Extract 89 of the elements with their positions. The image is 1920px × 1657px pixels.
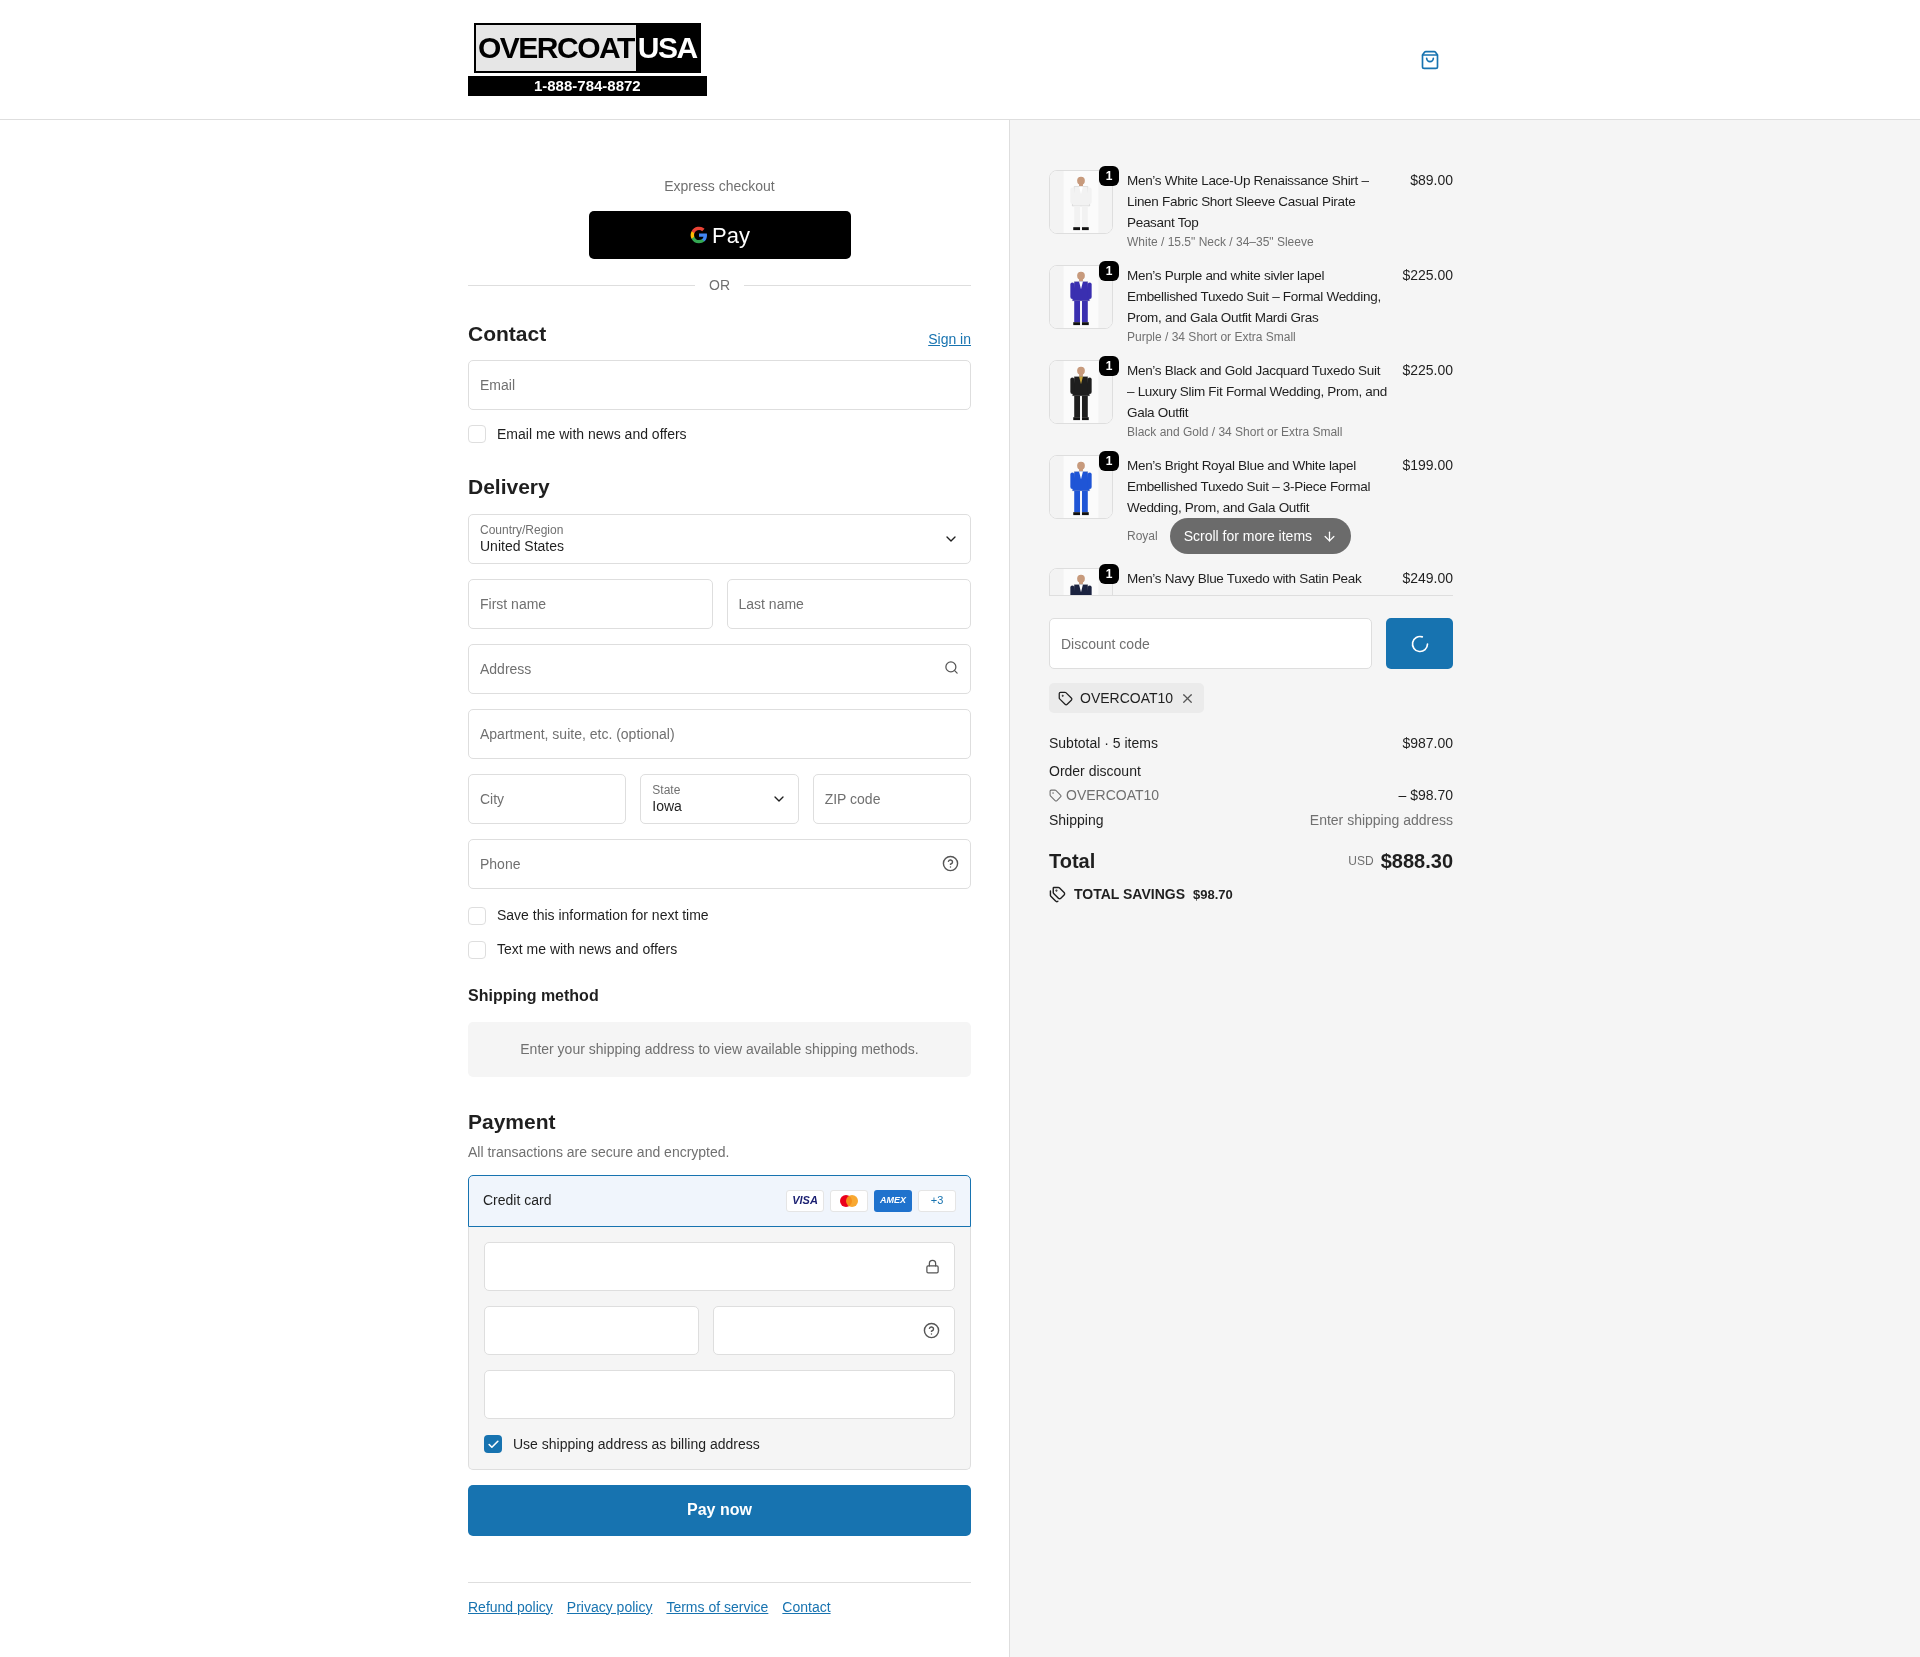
product-price: $249.00 (1402, 569, 1453, 588)
help-icon[interactable] (923, 1321, 940, 1339)
discount-code-field[interactable]: Discount code (1049, 618, 1372, 669)
product-price: $225.00 (1402, 361, 1453, 380)
shipping-method-heading: Shipping method (468, 986, 600, 1006)
product-variant: Black and Gold / 34 Short or Extra Small (1127, 424, 1343, 441)
visa-logo: VISA (786, 1189, 824, 1212)
discount-tag: OVERCOAT10 (1049, 683, 1205, 713)
express-checkout-label: Express checkout (663, 177, 776, 196)
product-price: $225.00 (1402, 266, 1453, 285)
total-savings-value: $98.70 (1193, 885, 1233, 904)
card-number-field[interactable] (484, 1241, 955, 1291)
total-label: Total (1049, 849, 1096, 874)
subtotal-value: $987.00 (1402, 734, 1453, 753)
security-code-field[interactable] (712, 1305, 955, 1355)
card-logo-icon (830, 1189, 868, 1212)
arrow-down-icon (1322, 528, 1338, 544)
google-g-icon (689, 225, 710, 245)
phone-field[interactable]: Phone (468, 839, 971, 889)
product-title: Men’s Bright Royal Blue and White lapel Embellished Tuxedo Suit – 3-Piece Formal Wedding, Prom, and Gala Outfit (1127, 457, 1372, 517)
shopping-bag-icon[interactable] (1420, 49, 1440, 70)
subtotal-label: Subtotal · 5 items (1049, 734, 1158, 753)
currency-label: USD (1348, 853, 1374, 870)
product-title: Men’s Navy Blue Tuxedo with Satin Peak (1127, 570, 1363, 588)
check-icon (486, 1437, 500, 1451)
amex-logo: AMEX (874, 1189, 912, 1212)
product-variant: Purple / 34 Short or Extra Small (1127, 329, 1296, 346)
payment-heading: Payment (468, 1109, 557, 1135)
last-name-field[interactable]: Last name (726, 579, 971, 629)
checkbox-label: Use shipping address as billing address (513, 1434, 760, 1454)
footer-link[interactable]: Refund policy (468, 1596, 553, 1618)
search-icon (944, 660, 959, 675)
checkbox[interactable] (468, 940, 486, 959)
expiry-field[interactable] (484, 1305, 699, 1355)
quantity-badge: 1 (1099, 356, 1119, 376)
total-savings-label: TOTAL SAVINGS (1074, 885, 1185, 904)
checkbox[interactable] (484, 1435, 502, 1453)
order-discount-label: Order discount (1049, 762, 1141, 781)
payment-subtitle: All transactions are secure and encrypted. (468, 1142, 731, 1162)
quantity-badge: 1 (1099, 166, 1119, 186)
tags-icon (1049, 886, 1066, 903)
google-pay-button[interactable]: Pay (588, 211, 851, 259)
country-select[interactable]: Country/Region United States (468, 514, 971, 564)
apartment-field[interactable]: Apartment, suite, etc. (optional) (468, 709, 971, 759)
footer-link[interactable]: Privacy policy (566, 1596, 653, 1618)
product-title: Men’s Purple and white sivler lapel Embellished Tuxedo Suit – Formal Wedding, Prom, and Gala Outfit Mardi Gras (1127, 267, 1382, 327)
sign-in-link[interactable]: Sign in (928, 328, 971, 350)
product-title: Men’s White Lace-Up Renaissance Shirt – Linen Fabric Short Sleeve Casual Pirate Peasant Top (1127, 172, 1370, 232)
name-on-card-field[interactable] (484, 1369, 955, 1419)
state-select[interactable]: State Iowa (640, 774, 799, 824)
city-field[interactable]: City (468, 774, 627, 824)
quantity-badge: 1 (1099, 564, 1119, 584)
address-field[interactable]: Address (468, 644, 971, 694)
lock-icon (925, 1258, 940, 1274)
quantity-badge: 1 (1099, 261, 1119, 281)
credit-card-option[interactable]: Credit card VISA AMEX +3 (468, 1174, 971, 1227)
shipping-label: Shipping (1049, 811, 1104, 830)
or-divider-label: OR (709, 276, 730, 295)
product-price: $89.00 (1410, 171, 1453, 190)
first-name-field[interactable]: First name (468, 579, 713, 629)
scroll-hint[interactable]: Scroll for more items (1169, 518, 1352, 554)
checkbox-label: Text me with news and offers (497, 940, 678, 959)
quantity-badge: 1 (1099, 451, 1119, 471)
shipping-value: Enter shipping address (1309, 811, 1453, 830)
more-cards-badge: +3 (918, 1189, 956, 1212)
loading-spinner-icon (1409, 633, 1430, 654)
shipping-method-notice: Enter your shipping address to view available shipping methods. (468, 1022, 971, 1077)
footer-link[interactable]: Terms of service (666, 1596, 769, 1618)
delivery-heading: Delivery (468, 473, 551, 500)
total-value: $888.30 (1380, 849, 1453, 874)
zip-code-field[interactable]: ZIP code (812, 774, 971, 824)
email-field[interactable]: Email (468, 359, 971, 410)
tag-icon (1058, 690, 1073, 706)
pay-now-button[interactable]: Pay now (468, 1484, 971, 1536)
help-icon[interactable] (942, 855, 959, 872)
checkbox[interactable] (468, 906, 486, 925)
footer-link[interactable]: Contact (782, 1596, 831, 1618)
checkbox[interactable] (468, 425, 486, 443)
discount-code-label: OVERCOAT10 (1066, 786, 1160, 805)
contact-heading: Contact (468, 321, 547, 347)
product-variant: White / 15.5" Neck / 34–35" Sleeve (1127, 234, 1314, 251)
discount-value: – $98.70 (1398, 786, 1453, 805)
product-title: Men’s Black and Gold Jacquard Tuxedo Suit – Luxury Slim Fit Formal Wedding, Prom, and Gala Outfit (1127, 362, 1388, 422)
tag-icon (1049, 788, 1062, 802)
checkbox-label: Email me with news and offers (497, 424, 687, 444)
checkbox-label: Save this information for next time (497, 906, 709, 925)
product-variant: Royal (1127, 528, 1158, 545)
product-price: $199.00 (1402, 456, 1453, 475)
apply-button[interactable] (1386, 618, 1453, 669)
